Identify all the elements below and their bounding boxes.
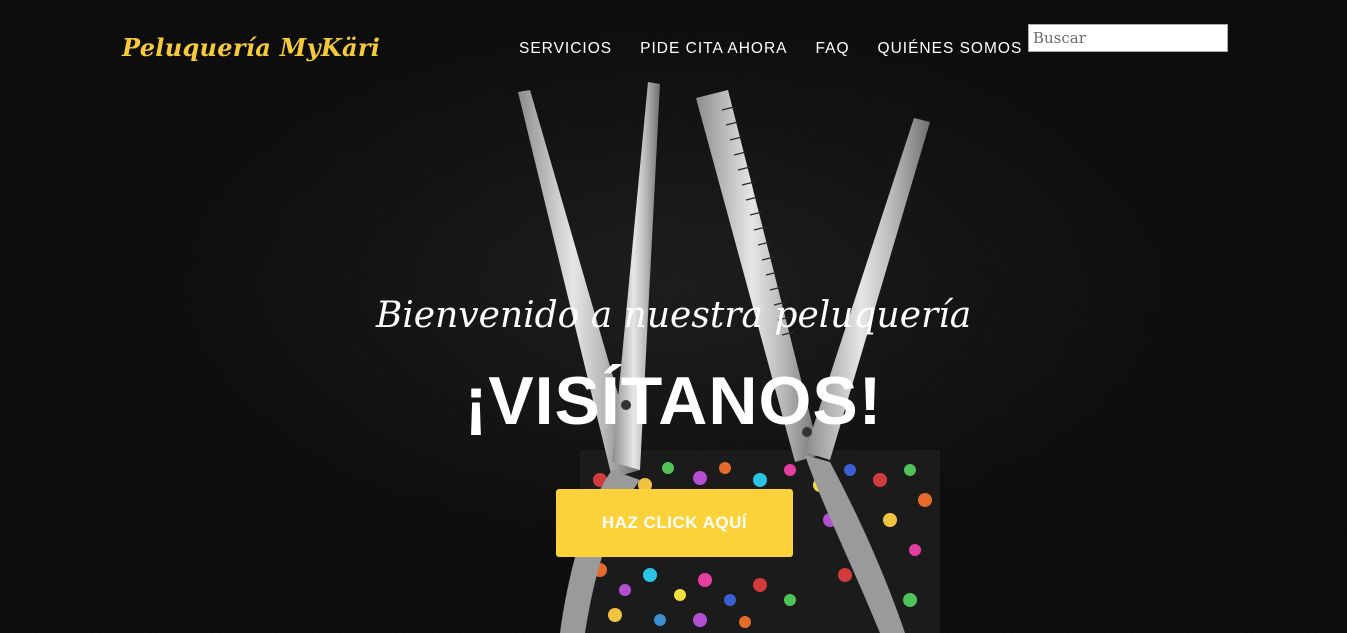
hero-title: ¡VISÍTANOS! [464, 363, 883, 439]
hero-subtitle: Bienvenido a nuestra peluquería [375, 295, 972, 336]
hero-section: Peluquería MyKäri SERVICIOS PIDE CITA AH… [0, 0, 1347, 633]
hero-content: Bienvenido a nuestra peluquería ¡VISÍTAN… [0, 0, 1347, 633]
cta-button[interactable]: HAZ CLICK AQUÍ [556, 489, 793, 557]
